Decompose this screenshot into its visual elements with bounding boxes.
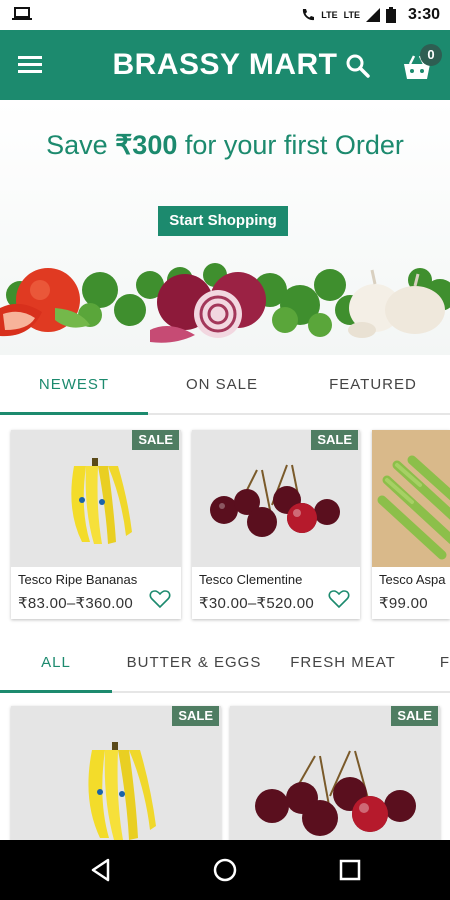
cherries-image (255, 750, 416, 836)
banner-headline: Save ₹300 for your first Order (0, 130, 450, 161)
phone-call-icon (303, 9, 315, 21)
asparagus-image (377, 455, 450, 560)
product-image[interactable] (372, 430, 450, 567)
headline-suffix: for your first Order (177, 130, 404, 160)
product-image[interactable] (11, 430, 181, 567)
tab-partial[interactable]: F (410, 633, 450, 691)
back-icon[interactable] (88, 857, 114, 883)
product-name[interactable]: Tesco Clementine (199, 572, 302, 587)
product-image[interactable] (230, 706, 440, 856)
promo-banner[interactable]: Save ₹300 for your first Order Start Sho… (0, 100, 450, 355)
heart-icon[interactable] (328, 589, 350, 609)
network-label-2: LTE (343, 10, 360, 20)
bananas-image (88, 742, 156, 840)
tab-fresh-meat[interactable]: FRESH MEAT (276, 633, 410, 691)
clock: 3:30 (407, 6, 440, 23)
laptop-icon (12, 7, 32, 20)
sale-badge: SALE (311, 430, 358, 450)
search-icon[interactable] (344, 52, 372, 80)
sale-badge: SALE (391, 706, 438, 726)
start-shopping-button[interactable]: Start Shopping (158, 206, 288, 236)
product-price: ₹30.00–₹520.00 (199, 595, 315, 612)
primary-tabs: NEWEST ON SALE FEATURED (0, 355, 450, 415)
product-name[interactable]: Tesco Aspa (379, 572, 446, 587)
headline-amount: ₹300 (115, 130, 178, 160)
app-screen: LTE LTE 3:30 BRASSY MART 0 Save ₹300 for… (0, 0, 450, 900)
status-bar: LTE LTE 3:30 (0, 0, 450, 30)
category-tabs: ALL BUTTER & EGGS FRESH MEAT F (0, 633, 450, 693)
product-name[interactable]: Tesco Ripe Bananas (18, 572, 137, 587)
tab-on-sale[interactable]: ON SALE (148, 355, 296, 413)
headline-prefix: Save (46, 130, 116, 160)
recents-icon[interactable] (337, 857, 363, 883)
home-icon[interactable] (212, 857, 238, 883)
signal-icon (365, 8, 380, 22)
network-label-1: LTE (321, 10, 338, 20)
sale-badge: SALE (132, 430, 179, 450)
produce-illustration (0, 263, 450, 343)
cherries-image (210, 464, 340, 537)
product-image[interactable] (11, 706, 221, 856)
product-card[interactable]: SALE (230, 706, 440, 856)
sale-badge: SALE (172, 706, 219, 726)
app-title: BRASSY MART (112, 48, 338, 81)
heart-icon[interactable] (149, 589, 171, 609)
tab-butter-eggs[interactable]: BUTTER & EGGS (112, 633, 276, 691)
product-card[interactable]: SALE Tesco Clementine ₹30.00–₹520.00 (192, 430, 360, 619)
product-image[interactable] (192, 430, 360, 567)
battery-icon (385, 7, 396, 23)
system-nav-bar (0, 840, 450, 900)
product-card[interactable]: SALE (11, 706, 221, 856)
app-bar: BRASSY MART 0 (0, 30, 450, 100)
cart-count-badge: 0 (420, 44, 442, 66)
product-price: ₹83.00–₹360.00 (18, 595, 134, 612)
tab-newest[interactable]: NEWEST (0, 355, 148, 415)
product-price: ₹99.00 (379, 595, 428, 612)
bananas-image (71, 458, 132, 544)
tab-featured[interactable]: FEATURED (296, 355, 450, 413)
product-card[interactable]: Tesco Aspa ₹99.00 (372, 430, 450, 619)
tab-all[interactable]: ALL (0, 633, 112, 693)
product-card[interactable]: SALE Tesco Ripe Bananas ₹83.00–₹360.00 (11, 430, 181, 619)
